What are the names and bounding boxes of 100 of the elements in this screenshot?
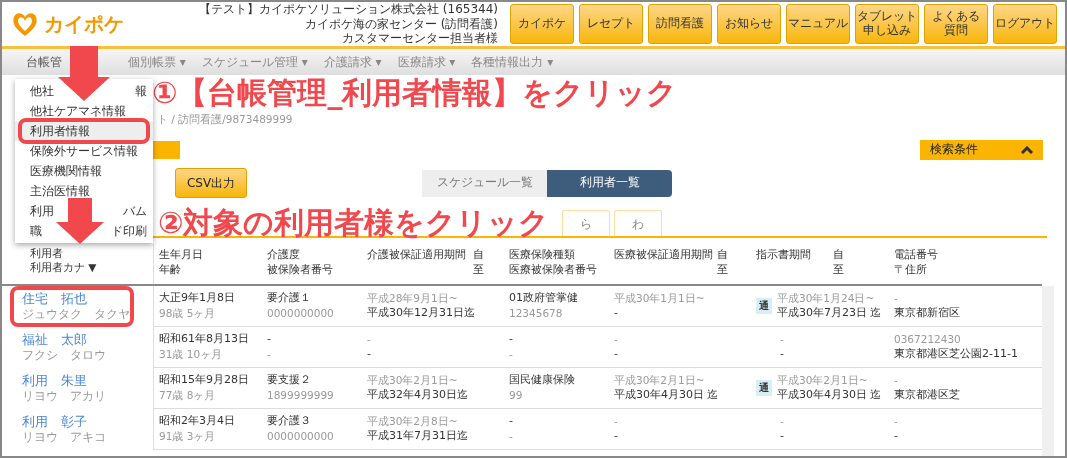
menu-item[interactable]: 利用 [30, 202, 54, 220]
table-cell-text: - [894, 373, 899, 388]
user-name-link[interactable]: 利用 彰子 [22, 414, 130, 431]
header-button[interactable]: タブレット 申し込み [855, 4, 919, 44]
menu-item[interactable]: 職 [30, 222, 42, 240]
menu-item[interactable]: 保険外サービス情報 [30, 142, 138, 160]
tab-strip [152, 141, 180, 159]
table-cell: - [614, 332, 618, 347]
table-cell: - [267, 332, 271, 348]
table-cell: - [614, 414, 618, 429]
table-cell: 大正9年1月8日 [159, 291, 235, 307]
table-cell: 平成32年4月30日迄 [367, 387, 468, 403]
header-button[interactable]: ログアウト [993, 4, 1057, 44]
menu-item[interactable]: 医療機関情報 [30, 162, 102, 180]
column-header[interactable]: 自 至 [717, 247, 728, 277]
table-cell: 平成30年12月31日迄 [367, 305, 475, 321]
menu-item[interactable]: 他社ケアマネ情報 [30, 102, 126, 120]
user-kana: ジュウタク タクヤ [22, 307, 130, 322]
table-cell-text: 平成30年2月8日~ [367, 414, 459, 429]
column-header[interactable]: 介護被保証適用期間 [367, 247, 466, 277]
user-name-link[interactable]: 利用 朱里 [22, 373, 130, 390]
annotation-text: ②対象の利用者様をクリック [158, 208, 550, 238]
table-cell: 昭和15年9月28日 [159, 373, 249, 389]
user-kana: フクシ タロウ [22, 348, 107, 363]
header-button[interactable]: マニュアル [786, 4, 850, 44]
table-cell-text: 平成30年2月1日~ [367, 373, 459, 388]
table-cell: - [509, 332, 513, 348]
table-cell: - [509, 429, 513, 444]
table-cell: 0000000000 [267, 429, 334, 444]
csv-export-button[interactable]: CSV出力 [175, 168, 247, 198]
column-header[interactable]: 自 至 [833, 247, 844, 277]
user-name-link[interactable]: 福祉 太郎 [22, 332, 130, 349]
header-button[interactable]: お知らせ [717, 4, 781, 44]
table-cell-text: 平成30年2月1日~ [777, 373, 869, 388]
table-cell-text: 要支援２ [267, 373, 312, 389]
kana-tab[interactable]: わ [614, 210, 662, 236]
arrow-icon [56, 198, 104, 244]
nav-menu[interactable]: 台帳管 [18, 53, 70, 71]
kana-tab[interactable]: ら [562, 210, 610, 236]
table-cell: - [780, 332, 784, 347]
header-button[interactable]: よくある 質問 [924, 4, 988, 44]
column-header[interactable]: 医療被保証適用期間 [614, 247, 713, 277]
annotation-text: ①【台帳管理_利用者情報】をクリック [152, 78, 678, 108]
table-cell: 東京都港区芝 [894, 387, 960, 403]
table-cell: 昭和61年8月13日 [159, 332, 249, 348]
table-cell: - [780, 414, 784, 429]
table-cell: - [267, 347, 271, 362]
table-cell: - [614, 428, 618, 444]
table-cell: - [614, 346, 618, 362]
table-cell: 国民健康保険 [509, 373, 575, 389]
menu-item[interactable]: 他社 [30, 82, 54, 100]
column-header[interactable]: 電話番号 〒住所 [894, 247, 938, 277]
view-tab[interactable]: スケジュール一覧 [422, 169, 547, 197]
table-cell-text: 99 [509, 388, 524, 403]
menu-item[interactable]: バム [123, 202, 147, 220]
table-cell: - [894, 414, 898, 429]
table-cell-text: 要介護３ [267, 414, 312, 430]
table-cell: 平成31年7月31日迄 [367, 428, 468, 444]
notice-badge: 通 [756, 297, 772, 315]
column-header[interactable]: 利用者カナ ▼ [30, 260, 153, 275]
header-button[interactable]: レセプト [579, 4, 643, 44]
table-cell: - [367, 332, 371, 347]
table-cell-text: 平成28年9月1日~ [367, 291, 459, 306]
table-cell-text: 要介護１ [267, 291, 312, 307]
table-cell: - [780, 346, 784, 362]
table-cell-text: 98歳 5ヶ月 [159, 306, 217, 321]
menu-item[interactable]: ド印刷 [111, 222, 147, 240]
table-cell-text: 77歳 8ヶ月 [159, 388, 217, 403]
menu-item[interactable]: 主治医情報 [30, 182, 90, 200]
table-cell: 平成30年7月23日 迄 [777, 305, 882, 321]
menu-item[interactable]: 報 [135, 82, 147, 100]
table-cell: - [894, 428, 898, 444]
column-header[interactable]: 指示書期間 [756, 247, 811, 277]
header-button[interactable]: 訪問看護 [648, 4, 712, 44]
table-cell: 01政府管掌健 [509, 291, 578, 307]
table-cell-text: 平成30年2月1日~ [614, 373, 706, 388]
table-cell-text: - [894, 291, 899, 306]
table-cell: 1899999999 [267, 388, 334, 403]
table-cell: 0000000000 [267, 306, 334, 321]
column-header[interactable]: 利用者 [30, 247, 153, 261]
table-cell: 平成30年4月30日 迄 [777, 387, 882, 403]
view-tab[interactable]: 利用者一覧 [547, 169, 672, 197]
table-cell: 昭和2年3月4日 [159, 414, 235, 430]
table-cell-text: - [614, 305, 619, 321]
table-cell: 東京都新宿区 [894, 305, 960, 321]
user-kana: リヨウ アキコ [22, 430, 107, 445]
column-header[interactable]: 介護度 被保険者番号 [267, 247, 333, 277]
table-cell: - [509, 347, 513, 362]
column-header[interactable]: 自 至 [473, 247, 484, 277]
table-cell: 東京都港区芝公園2-11-1 [894, 346, 1018, 362]
header-button[interactable]: カイポケ [510, 4, 574, 44]
search-conditions-button[interactable]: 検索条件 [920, 140, 1043, 160]
column-header[interactable]: 医療保険種類 医療被保険者番号 [509, 247, 597, 277]
column-header[interactable]: 生年月日 年齢 [159, 247, 203, 277]
table-cell-text: 91歳 3ヶ月 [159, 429, 217, 444]
table-cell-text: 平成30年1月24日~ [777, 291, 876, 306]
user-name-link[interactable]: 住宅 拓也 [22, 291, 130, 308]
logo-text: カイポケ [44, 11, 124, 38]
scrollbar[interactable] [1042, 286, 1054, 456]
notice-badge: 通 [756, 379, 772, 397]
